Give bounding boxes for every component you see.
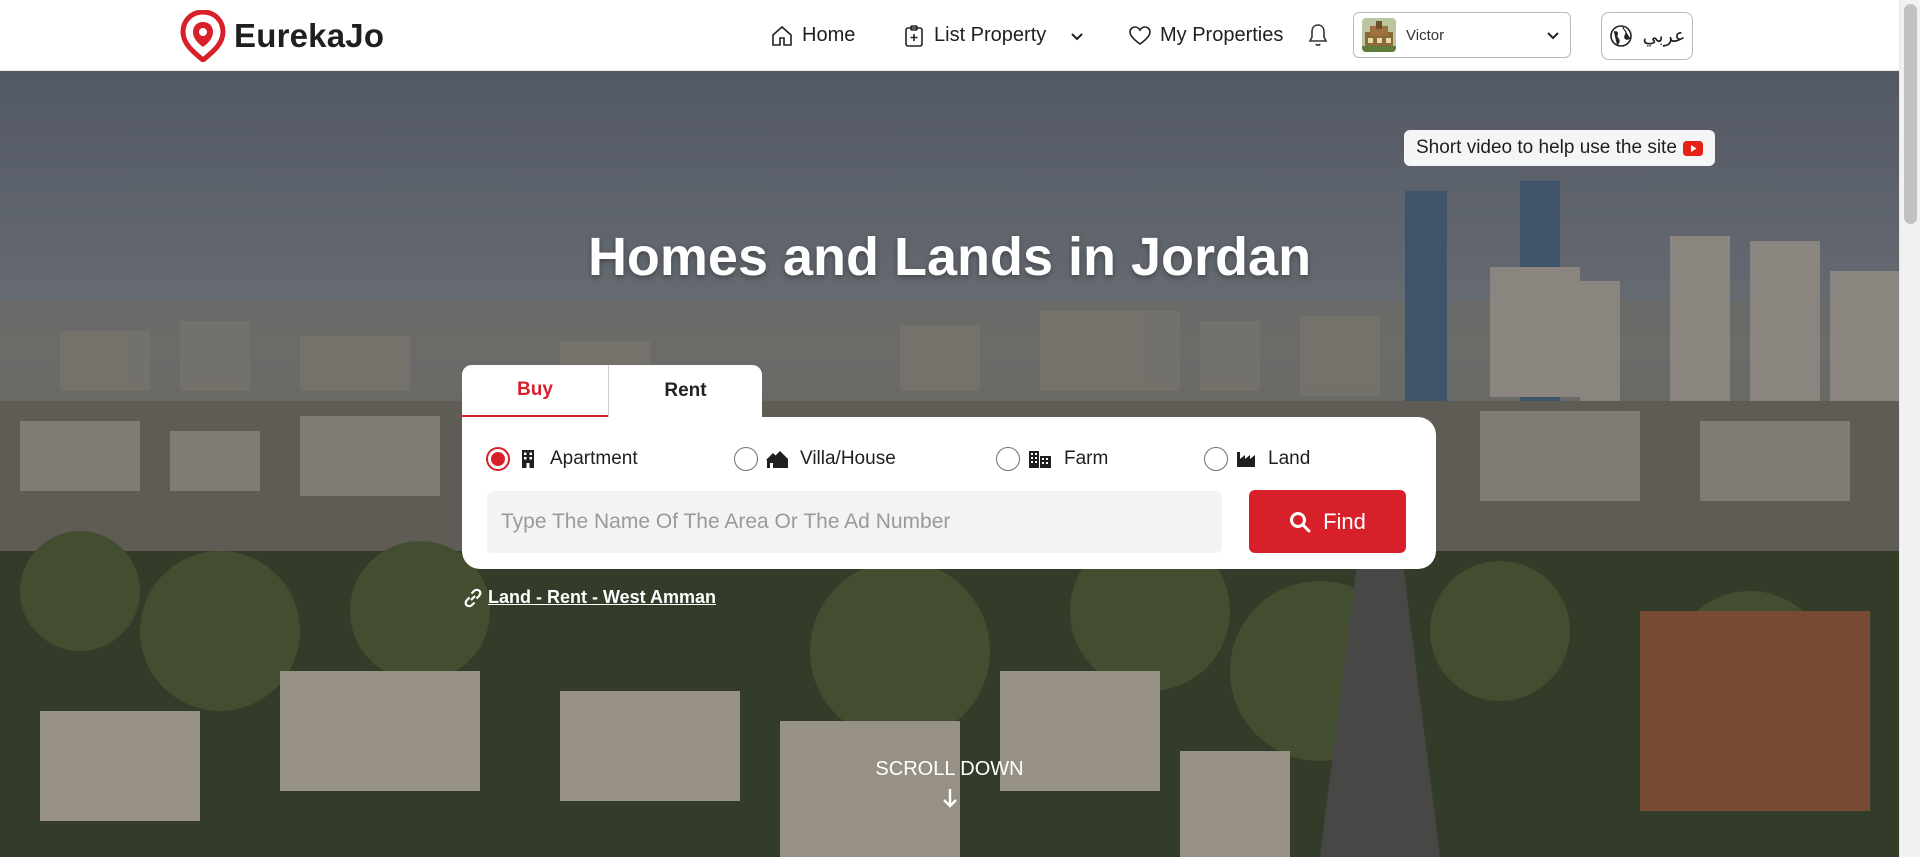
radio-land[interactable] — [1204, 447, 1228, 471]
property-type-land[interactable]: Land — [1204, 447, 1310, 471]
building-icon — [522, 450, 534, 468]
find-button-label: Find — [1323, 508, 1366, 534]
clipboard-plus-icon — [905, 24, 923, 47]
quick-search-link-label: Land - Rent - West Amman — [488, 587, 717, 607]
nav-list-property-label: List Property — [934, 24, 1047, 46]
search-input[interactable] — [487, 491, 1222, 553]
search-card: Apartment Villa/House Farm Land Find — [462, 417, 1436, 569]
language-switch-button[interactable]: عربي — [1601, 12, 1693, 60]
chevron-down-icon — [1071, 32, 1083, 40]
houses-icon — [766, 451, 788, 468]
brand-name: EurekaJo — [234, 17, 385, 54]
nav-my-properties-label: My Properties — [1160, 24, 1284, 46]
farm-buildings-icon — [1029, 451, 1051, 468]
property-type-label: Apartment — [550, 448, 638, 469]
link-icon — [464, 588, 482, 607]
radio-apartment[interactable] — [486, 447, 510, 471]
property-type-label: Land — [1268, 448, 1311, 469]
hero-section: Short video to help use the site Homes a… — [0, 71, 1899, 857]
scroll-down-label: SCROLL DOWN — [875, 758, 1024, 780]
hero-title: Homes and Lands in Jordan — [587, 227, 1312, 287]
scroll-down-indicator[interactable]: SCROLL DOWN — [0, 758, 1899, 809]
property-type-apartment[interactable]: Apartment — [486, 447, 638, 471]
avatar — [1362, 18, 1396, 52]
property-type-farm[interactable]: Farm — [996, 447, 1108, 471]
scrollbar-thumb[interactable] — [1904, 4, 1917, 224]
top-navigation-bar: EurekaJo Home List Property My Propertie… — [0, 0, 1899, 71]
bell-icon[interactable] — [1306, 22, 1330, 48]
language-label: عربي — [1642, 25, 1686, 47]
property-type-label: Villa/House — [800, 448, 896, 469]
property-type-label: Farm — [1064, 448, 1109, 469]
globe-icon — [1609, 25, 1632, 47]
page-scrollbar[interactable] — [1899, 0, 1920, 857]
industry-icon — [1237, 452, 1255, 467]
search-tabs: Buy Rent — [462, 365, 762, 417]
home-icon — [772, 25, 792, 46]
tab-buy[interactable]: Buy — [462, 365, 608, 417]
heart-icon — [1129, 25, 1151, 45]
youtube-icon — [1682, 140, 1703, 156]
quick-search-link[interactable]: Land - Rent - West Amman — [462, 587, 716, 608]
brand-logo[interactable]: EurekaJo — [180, 10, 384, 62]
user-name: Victor — [1406, 26, 1445, 44]
user-menu-select[interactable]: Victor — [1353, 12, 1571, 58]
location-pin-logo-icon — [180, 10, 226, 62]
find-button[interactable]: Find — [1249, 490, 1406, 553]
nav-home[interactable]: Home — [770, 0, 855, 71]
nav-home-label: Home — [802, 24, 856, 46]
tab-rent[interactable]: Rent — [608, 365, 762, 417]
video-help-button[interactable]: Short video to help use the site — [1404, 130, 1715, 166]
radio-farm[interactable] — [996, 447, 1020, 471]
nav-list-property[interactable]: List Property — [902, 0, 1086, 71]
radio-villa-house[interactable] — [734, 447, 758, 471]
chevron-down-icon — [1547, 32, 1559, 40]
video-help-label: Short video to help use the site — [1416, 137, 1677, 158]
nav-my-properties[interactable]: My Properties — [1128, 0, 1283, 71]
arrow-down-icon — [942, 789, 957, 808]
property-type-villa-house[interactable]: Villa/House — [734, 447, 896, 471]
search-icon — [1290, 511, 1311, 532]
